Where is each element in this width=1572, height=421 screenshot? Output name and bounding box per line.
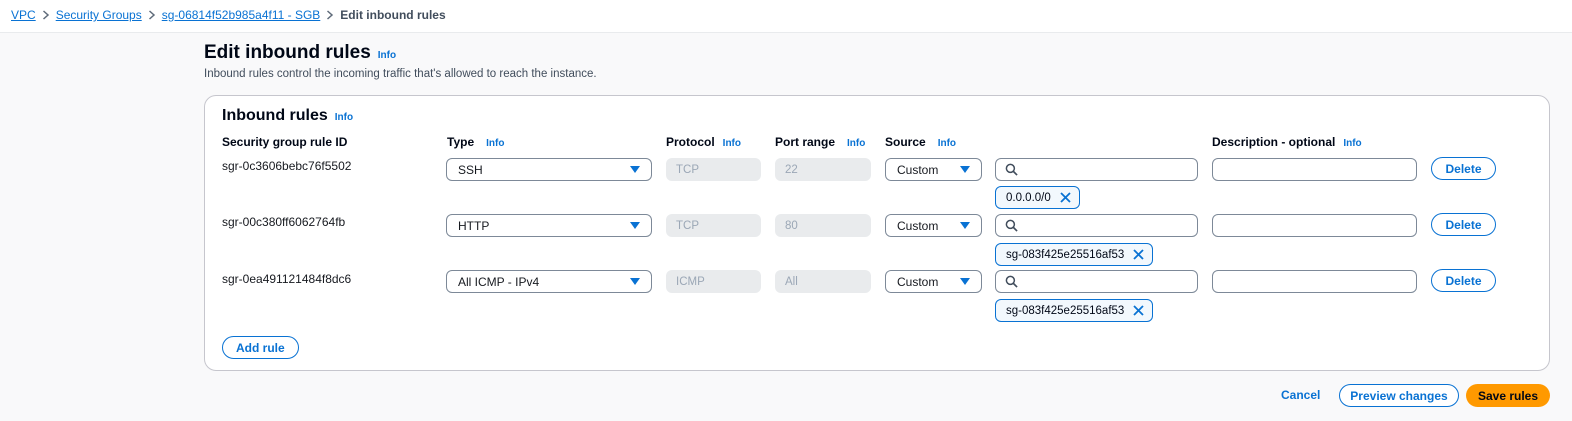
panel-info-link[interactable]: Info	[335, 112, 353, 123]
column-header-protocol-label: Protocol	[666, 135, 715, 149]
caret-down-icon	[630, 166, 640, 173]
protocol-field: TCP	[666, 158, 761, 181]
preview-changes-button[interactable]: Preview changes	[1339, 384, 1459, 407]
chevron-right-icon	[142, 10, 162, 20]
source-token: 0.0.0.0/0	[995, 186, 1080, 209]
protocol-field: TCP	[666, 214, 761, 237]
column-header-port-range-label: Port range	[775, 135, 836, 149]
source-select-value: Custom	[897, 218, 939, 233]
delete-rule-button[interactable]: Delete	[1431, 157, 1496, 180]
source-info-link[interactable]: Info	[938, 138, 956, 149]
type-select-value: HTTP	[458, 218, 490, 233]
column-header-type: Type Info	[447, 135, 504, 149]
source-token-label: sg-083f425e25516af53	[1006, 304, 1125, 317]
column-header-type-label: Type	[447, 135, 475, 149]
caret-down-icon	[630, 222, 640, 229]
port-range-field: 22	[775, 158, 871, 181]
port-range-field: 80	[775, 214, 871, 237]
search-icon	[1005, 163, 1018, 176]
port-range-field: All	[775, 270, 871, 293]
panel-title: Inbound rules Info	[222, 107, 353, 125]
add-rule-button[interactable]: Add rule	[222, 336, 299, 359]
description-info-link[interactable]: Info	[1343, 138, 1361, 149]
source-token-label: 0.0.0.0/0	[1006, 191, 1051, 204]
cancel-button[interactable]: Cancel	[1281, 388, 1320, 402]
protocol-info-link[interactable]: Info	[723, 138, 741, 149]
source-select-value: Custom	[897, 274, 939, 289]
page-info-link[interactable]: Info	[378, 50, 396, 61]
breadcrumb-current: Edit inbound rules	[340, 8, 446, 22]
source-search-input[interactable]	[995, 214, 1198, 237]
delete-rule-button[interactable]: Delete	[1431, 213, 1496, 236]
rule-id: sgr-0c3606bebc76f5502	[222, 159, 352, 173]
chevron-right-icon	[320, 10, 340, 20]
source-select[interactable]: Custom	[885, 270, 982, 293]
type-info-link[interactable]: Info	[486, 138, 504, 149]
source-token-label: sg-083f425e25516af53	[1006, 248, 1125, 261]
column-header-rule-id: Security group rule ID	[222, 135, 347, 149]
page-title: Edit inbound rules Info	[204, 42, 396, 64]
type-select-value: All ICMP - IPv4	[458, 274, 540, 289]
protocol-field: ICMP	[666, 270, 761, 293]
search-icon	[1005, 219, 1018, 232]
description-input[interactable]	[1212, 158, 1417, 181]
caret-down-icon	[960, 166, 970, 173]
caret-down-icon	[630, 278, 640, 285]
top-bar: VPC Security Groups sg-06814f52b985a4f11…	[0, 0, 1572, 33]
source-token: sg-083f425e25516af53	[995, 243, 1154, 266]
rule-id: sgr-00c380ff6062764fb	[222, 215, 346, 229]
breadcrumb-security-groups[interactable]: Security Groups	[56, 8, 142, 22]
column-header-description: Description - optional Info	[1212, 135, 1362, 149]
close-icon[interactable]	[1133, 249, 1144, 260]
column-header-port-range: Port range Info	[775, 135, 865, 149]
column-header-rule-id-label: Security group rule ID	[222, 135, 348, 149]
description-input[interactable]	[1212, 214, 1417, 237]
page-header: Edit inbound rules Info	[204, 42, 396, 64]
save-rules-button[interactable]: Save rules	[1466, 384, 1550, 407]
source-search-input[interactable]	[995, 158, 1198, 181]
type-select[interactable]: HTTP	[446, 214, 652, 237]
caret-down-icon	[960, 278, 970, 285]
column-header-source: Source Info	[885, 135, 956, 149]
source-select-value: Custom	[897, 162, 939, 177]
close-icon[interactable]	[1133, 305, 1144, 316]
source-select[interactable]: Custom	[885, 158, 982, 181]
search-icon	[1005, 275, 1018, 288]
panel-title-text: Inbound rules	[222, 107, 328, 124]
port-range-info-link[interactable]: Info	[847, 138, 865, 149]
source-search-input[interactable]	[995, 270, 1198, 293]
close-icon[interactable]	[1060, 192, 1071, 203]
breadcrumb-security-group[interactable]: sg-06814f52b985a4f11 - SGB	[162, 8, 321, 22]
rule-id: sgr-0ea491121484f8dc6	[222, 272, 352, 286]
column-header-source-label: Source	[885, 135, 926, 149]
delete-rule-button[interactable]: Delete	[1431, 269, 1496, 292]
type-select[interactable]: All ICMP - IPv4	[446, 270, 652, 293]
page-description: Inbound rules control the incoming traff…	[204, 68, 597, 80]
column-header-protocol: Protocol Info	[666, 135, 741, 149]
breadcrumb-vpc[interactable]: VPC	[11, 8, 36, 22]
breadcrumb: VPC Security Groups sg-06814f52b985a4f11…	[11, 8, 446, 22]
description-input[interactable]	[1212, 270, 1417, 293]
chevron-right-icon	[36, 10, 56, 20]
caret-down-icon	[960, 222, 970, 229]
inbound-rules-panel: Inbound rules Info Security group rule I…	[204, 95, 1550, 371]
type-select[interactable]: SSH	[446, 158, 652, 181]
source-select[interactable]: Custom	[885, 214, 982, 237]
source-token: sg-083f425e25516af53	[995, 299, 1154, 322]
type-select-value: SSH	[458, 162, 483, 177]
page-title-text: Edit inbound rules	[204, 42, 371, 63]
column-header-description-label: Description - optional	[1212, 135, 1336, 149]
